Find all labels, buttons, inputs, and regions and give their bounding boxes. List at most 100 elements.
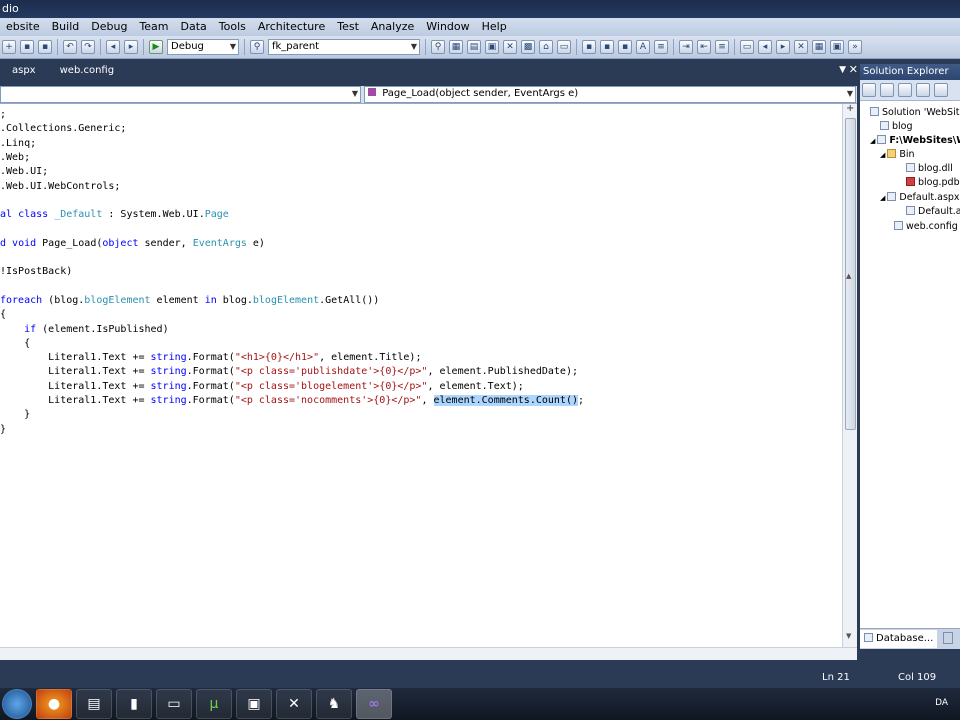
code-token: .Format( xyxy=(186,352,235,364)
menu-debug[interactable]: Debug xyxy=(85,18,133,36)
navigate-forward-icon[interactable]: ▸ xyxy=(124,40,138,54)
editor-vertical-scrollbar[interactable]: + ▲ ▼ xyxy=(842,104,857,647)
code-token: d xyxy=(0,237,13,249)
code-line: Literal1.Text += string.Format("<p class… xyxy=(0,365,578,379)
tree-item-bin[interactable]: ◢ Bin xyxy=(880,148,915,162)
tree-item-solution[interactable]: Solution 'WebSites xyxy=(870,106,960,119)
find-in-files-icon[interactable]: ⚲ xyxy=(250,40,264,54)
tab-web-config[interactable]: web.config xyxy=(48,60,126,82)
code-line: if (element.IsPublished) xyxy=(0,323,169,337)
save-icon[interactable]: ▪ xyxy=(20,40,34,54)
start-debugging-icon[interactable]: ▶ xyxy=(149,40,163,54)
solution-configuration-value: Debug xyxy=(171,41,204,52)
spacing-icon[interactable]: ≡ xyxy=(654,40,668,54)
menu-analyze[interactable]: Analyze xyxy=(365,18,420,36)
menu-test[interactable]: Test xyxy=(331,18,365,36)
overflow-icon[interactable]: » xyxy=(848,40,862,54)
start-page-icon[interactable]: ⌂ xyxy=(539,40,553,54)
code-editor[interactable]: ; .Collections.Generic; .Linq; .Web; .Web.UI… xyxy=(0,104,842,647)
bookmark-next-icon[interactable]: ▸ xyxy=(776,40,790,54)
bookmark-clear-icon[interactable]: ✕ xyxy=(794,40,808,54)
font-size-icon[interactable]: A xyxy=(636,40,650,54)
extension-manager-icon[interactable]: ▩ xyxy=(521,40,535,54)
bookmark-folder-icon[interactable]: ▦ xyxy=(812,40,826,54)
save-all-icon[interactable]: ▪ xyxy=(38,40,52,54)
redo-icon[interactable]: ↷ xyxy=(81,40,95,54)
input-language[interactable]: DA xyxy=(935,698,948,708)
explorer-icon[interactable]: ▤ xyxy=(76,689,112,719)
menu-help[interactable]: Help xyxy=(476,18,513,36)
command-window-icon[interactable]: ▭ xyxy=(557,40,571,54)
tools-icon[interactable]: ✕ xyxy=(276,689,312,719)
size-icon[interactable]: ▪ xyxy=(618,40,632,54)
properties-icon[interactable] xyxy=(862,83,876,97)
refresh-icon[interactable] xyxy=(880,83,894,97)
pin-icon[interactable]: ▼ xyxy=(839,65,846,75)
menu-team[interactable]: Team xyxy=(133,18,174,36)
add-item-icon[interactable]: + xyxy=(2,40,16,54)
tree-item-website[interactable]: ◢ F:\WebSites\W xyxy=(870,134,960,148)
solution-configuration-select[interactable]: Debug ▼ xyxy=(167,39,239,55)
code-token: "<p class='nocomments'>{0}</p>" xyxy=(234,395,422,406)
tree-item-blog-pdb[interactable]: blog.pdb xyxy=(906,176,960,189)
show-all-files-icon[interactable] xyxy=(898,83,912,97)
menu-window[interactable]: Window xyxy=(420,18,475,36)
start-button[interactable] xyxy=(2,689,32,719)
toolbar-separator xyxy=(425,39,426,55)
format-icon[interactable]: ▪ xyxy=(582,40,596,54)
menu-data[interactable]: Data xyxy=(175,18,213,36)
undo-icon[interactable]: ↶ xyxy=(63,40,77,54)
member-navigation-select[interactable]: Page_Load(object sender, EventArgs e) ▼ xyxy=(364,86,856,103)
split-handle[interactable]: + xyxy=(846,104,854,114)
properties-icon[interactable]: ▤ xyxy=(467,40,481,54)
bookmark-toggle-icon[interactable]: ▣ xyxy=(830,40,844,54)
expander-icon[interactable]: ◢ xyxy=(880,151,885,159)
expander-icon[interactable]: ◢ xyxy=(880,194,885,202)
firefox-icon[interactable]: ● xyxy=(36,689,72,719)
indent-icon[interactable]: ⇥ xyxy=(679,40,693,54)
menu-architecture[interactable]: Architecture xyxy=(252,18,331,36)
scroll-up-icon[interactable]: ▲ xyxy=(846,272,851,280)
bookmark-icon[interactable]: ▭ xyxy=(740,40,754,54)
tree-item-blog[interactable]: blog xyxy=(880,120,913,133)
tab-database-explorer[interactable]: Database... xyxy=(860,630,938,648)
tree-item-blog-dll[interactable]: blog.dll xyxy=(906,162,953,175)
find-icon[interactable]: ⚲ xyxy=(431,40,445,54)
code-token: Literal1.Text += xyxy=(0,395,151,406)
expander-icon[interactable]: ◢ xyxy=(870,137,875,145)
view-designer-icon[interactable] xyxy=(934,83,948,97)
menu-tools[interactable]: Tools xyxy=(213,18,252,36)
visual-studio-icon[interactable]: ∞ xyxy=(356,689,392,719)
bookmark-prev-icon[interactable]: ◂ xyxy=(758,40,772,54)
comment-icon[interactable]: ≡ xyxy=(715,40,729,54)
window-title: dio xyxy=(2,2,19,15)
monitor-icon[interactable]: ▣ xyxy=(236,689,272,719)
utorrent-icon[interactable]: µ xyxy=(196,689,232,719)
navigate-back-icon[interactable]: ◂ xyxy=(106,40,120,54)
editor-horizontal-scrollbar[interactable] xyxy=(0,647,857,661)
outdent-icon[interactable]: ⇤ xyxy=(697,40,711,54)
menu-website[interactable]: ebsite xyxy=(0,18,46,36)
solution-explorer-icon[interactable]: ▦ xyxy=(449,40,463,54)
class-navigation-select[interactable]: ▼ xyxy=(0,86,361,103)
toolbar-separator xyxy=(100,39,101,55)
folder-icon[interactable]: ▭ xyxy=(156,689,192,719)
object-browser-icon[interactable]: ▣ xyxy=(485,40,499,54)
nest-icon[interactable] xyxy=(916,83,930,97)
menu-build[interactable]: Build xyxy=(46,18,86,36)
postgres-icon[interactable]: ♞ xyxy=(316,689,352,719)
tab-solution-explorer[interactable] xyxy=(943,632,954,644)
sql-icon[interactable]: ▮ xyxy=(116,689,152,719)
scroll-down-icon[interactable]: ▼ xyxy=(846,632,851,640)
code-token: "<h1>{0}</h1>" xyxy=(234,352,320,364)
close-icon[interactable]: ✕ xyxy=(849,63,858,76)
find-combo[interactable]: fk_parent ▼ xyxy=(268,39,420,55)
toolbox-icon[interactable]: ✕ xyxy=(503,40,517,54)
code-token: element xyxy=(150,294,205,306)
tree-item-default-aspx[interactable]: ◢ Default.aspx xyxy=(880,191,960,205)
tree-item-default-aspx-cs[interactable]: Default.a xyxy=(906,205,960,218)
align-icon[interactable]: ▪ xyxy=(600,40,614,54)
tree-item-web-config[interactable]: web.config xyxy=(894,220,958,233)
code-line: ; xyxy=(0,108,6,122)
tab-default-aspx[interactable]: aspx xyxy=(0,60,48,82)
